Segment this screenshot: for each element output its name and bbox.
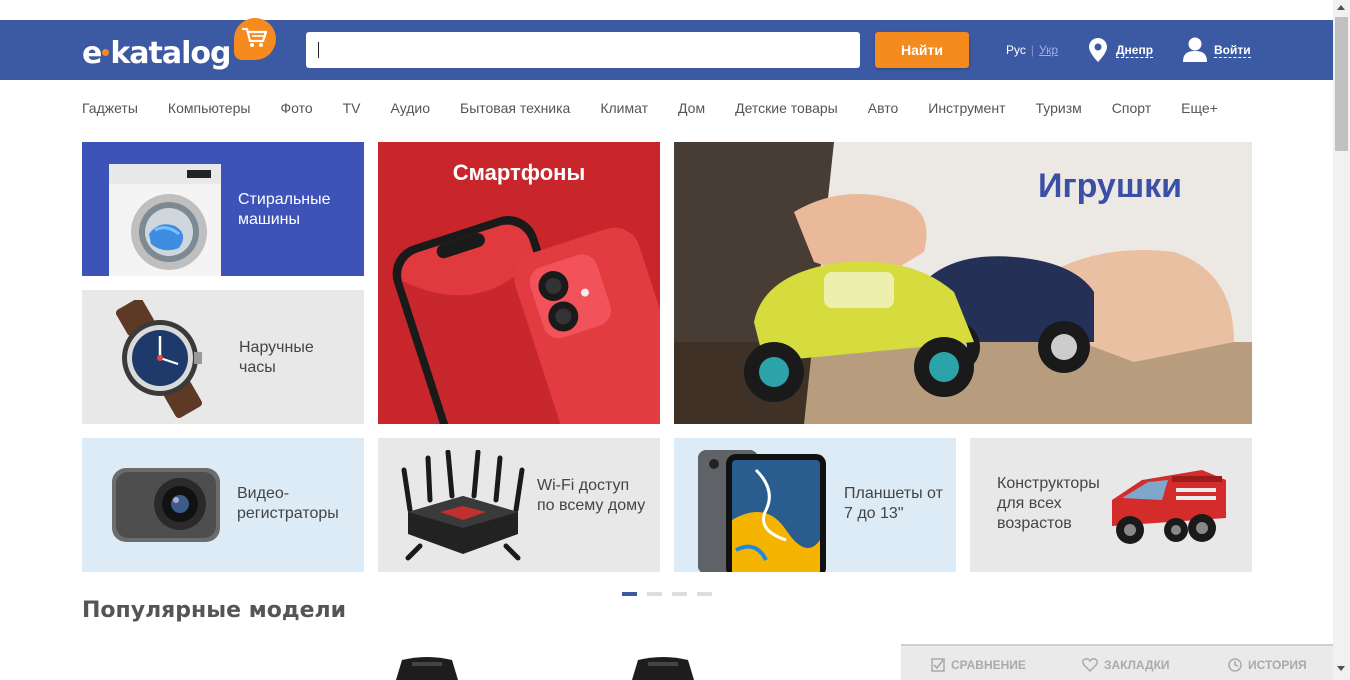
product-image-1 — [396, 657, 458, 680]
scroll-up-arrow-icon[interactable] — [1337, 5, 1345, 10]
tile-label: Смартфоны — [452, 160, 586, 185]
nav-item-audio[interactable]: Аудио — [391, 100, 431, 120]
tile-label: Игрушки — [1038, 167, 1183, 205]
nav-item-tv[interactable]: TV — [343, 100, 361, 120]
language-switcher: Рус | Укр — [1006, 43, 1059, 57]
heart-icon — [1082, 658, 1098, 672]
city-label[interactable]: Днепр — [1116, 44, 1154, 58]
cart-icon — [234, 18, 276, 60]
location-pin-icon — [1089, 38, 1107, 62]
tile-dashcams[interactable]: Видео-регистраторы — [82, 438, 364, 572]
scroll-down-arrow-icon[interactable] — [1337, 666, 1345, 671]
page-scrollbar[interactable] — [1333, 0, 1350, 680]
site-logo[interactable]: e katalog — [82, 18, 282, 74]
lang-uk[interactable]: Укр — [1039, 43, 1058, 57]
tablet-image — [698, 450, 826, 572]
lego-truck-image — [1112, 470, 1226, 544]
tile-label: Планшеты от 7 до 13" — [844, 485, 943, 522]
nav-item-climate[interactable]: Климат — [600, 100, 648, 120]
carousel-pagination — [622, 592, 712, 596]
lang-ru[interactable]: Рус — [1006, 43, 1026, 57]
nav-item-gadgets[interactable]: Гаджеты — [82, 100, 138, 120]
tile-label: Наручные часы — [239, 339, 314, 376]
nav-item-tools[interactable]: Инструмент — [928, 100, 1005, 120]
smartphone-image — [392, 216, 660, 424]
nav-item-home[interactable]: Дом — [678, 100, 705, 120]
tile-tablets[interactable]: Планшеты от 7 до 13" — [674, 438, 956, 572]
search-button[interactable]: Найти — [875, 32, 969, 68]
tile-label: Видео-регистраторы — [237, 485, 339, 522]
search-input[interactable] — [306, 32, 860, 68]
product-image-2 — [632, 657, 694, 680]
watch-image — [115, 300, 203, 418]
washing-machine-image — [109, 164, 221, 276]
clock-icon — [1228, 658, 1242, 672]
nav-item-sport[interactable]: Спорт — [1112, 100, 1151, 120]
tile-wifi[interactable]: Wi-Fi доступ по всему дому — [378, 438, 660, 572]
tile-label: Wi-Fi доступ по всему дому — [537, 477, 646, 514]
category-nav: Гаджеты Компьютеры Фото TV Аудио Бытовая… — [82, 100, 1248, 120]
scroll-thumb[interactable] — [1335, 17, 1348, 151]
nav-item-kids[interactable]: Детские товары — [735, 100, 838, 120]
user-icon — [1183, 37, 1207, 62]
history-button[interactable]: ИСТОРИЯ — [1228, 658, 1307, 672]
nav-item-more[interactable]: Еще+ — [1181, 100, 1218, 120]
tile-label: Конструкторы для всех возрастов — [997, 475, 1100, 532]
compare-button[interactable]: СРАВНЕНИЕ — [931, 658, 1026, 672]
tile-constructors[interactable]: Конструкторы для всех возрастов — [970, 438, 1252, 572]
nav-item-appliances[interactable]: Бытовая техника — [460, 100, 570, 120]
nav-item-photo[interactable]: Фото — [280, 100, 312, 120]
tile-toys[interactable]: Игрушки — [674, 142, 1252, 424]
tile-smartphones[interactable]: Смартфоны — [378, 142, 660, 424]
login-label[interactable]: Войти — [1214, 44, 1251, 58]
dashcam-image — [112, 468, 220, 542]
header-bar: e katalog Найти Рус | Укр Днепр Войти — [0, 18, 1333, 80]
nav-item-auto[interactable]: Авто — [868, 100, 899, 120]
carousel-dot-4[interactable] — [697, 592, 712, 596]
router-image — [401, 450, 525, 561]
text-caret — [318, 42, 319, 58]
nav-item-computers[interactable]: Компьютеры — [168, 100, 251, 120]
tile-washing-machines[interactable]: Стиральные машины — [82, 142, 364, 276]
nav-item-tourism[interactable]: Туризм — [1035, 100, 1081, 120]
carousel-dot-2[interactable] — [647, 592, 662, 596]
popular-models-heading: Популярные модели — [82, 598, 347, 623]
tile-watches[interactable]: Наручные часы — [82, 290, 364, 424]
bottom-toolbar: СРАВНЕНИЕ ЗАКЛАДКИ ИСТОРИЯ — [901, 644, 1333, 680]
bookmarks-button[interactable]: ЗАКЛАДКИ — [1082, 658, 1170, 672]
tile-label: Стиральные машины — [238, 191, 331, 228]
carousel-dot-1[interactable] — [622, 592, 637, 596]
checkbox-icon — [931, 658, 945, 672]
carousel-dot-3[interactable] — [672, 592, 687, 596]
